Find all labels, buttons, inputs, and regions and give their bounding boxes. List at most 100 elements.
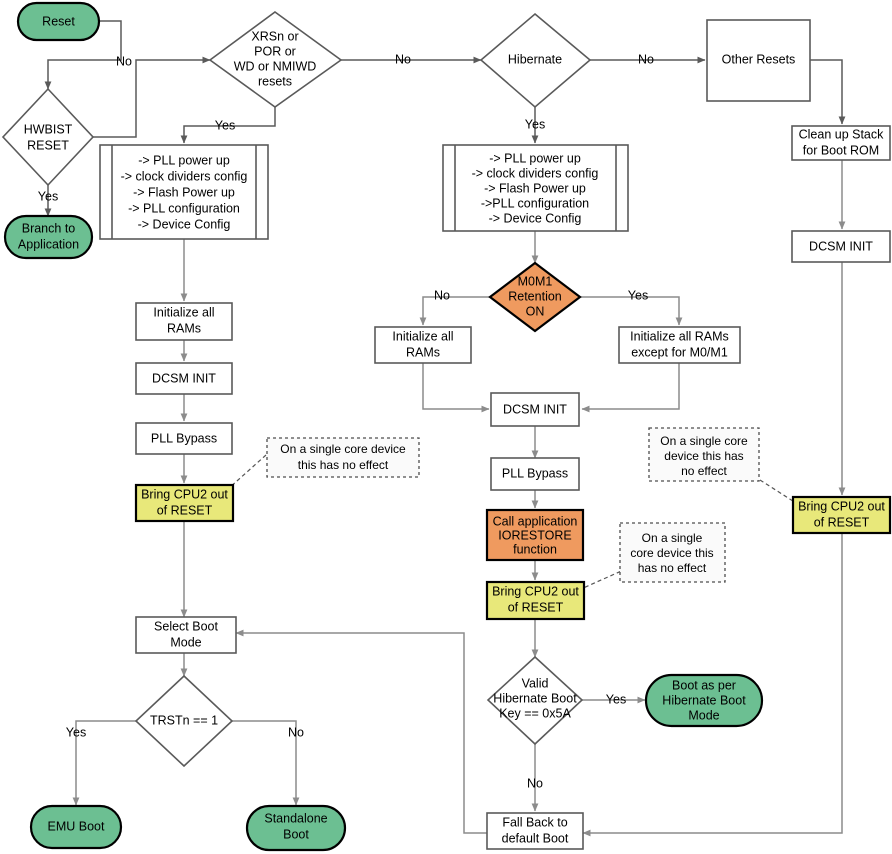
node-mid-init-rams-except-label-1: Initialize all RAMs bbox=[630, 329, 729, 343]
node-standalone-boot-label-2: Boot bbox=[283, 827, 309, 841]
node-mid-init-rams[interactable]: Initialize all RAMs bbox=[374, 326, 472, 364]
node-left-dcsm-init-label: DCSM INIT bbox=[152, 371, 216, 385]
node-left-config-line-3: -> Flash Power up bbox=[133, 185, 235, 199]
node-fall-back-default[interactable]: Fall Back to default Boot bbox=[486, 812, 584, 850]
note-left-line-1: On a single core device bbox=[280, 442, 406, 456]
edge-init-rams-except-to-dcsm bbox=[581, 363, 680, 413]
node-right-bring-cpu2-label-1: Bring CPU2 out bbox=[798, 499, 885, 513]
node-xrsn-decision-label-3: WD or NMIWD bbox=[234, 59, 317, 73]
node-left-init-rams-label-1: Initialize all bbox=[153, 305, 214, 319]
node-xrsn-decision[interactable]: XRSn or POR or WD or NMIWD resets bbox=[208, 11, 343, 108]
node-m0m1-retention-label-2: Retention bbox=[508, 289, 562, 303]
node-hwbist-reset-label-2: RESET bbox=[27, 138, 69, 152]
node-valid-hibernate-key-label-3: Key == 0x5A bbox=[499, 706, 571, 720]
edge-label-hibernate-no: No bbox=[638, 52, 654, 66]
node-mid-pll-bypass-label: PLL Bypass bbox=[502, 466, 568, 480]
node-mid-config-line-2: -> clock dividers config bbox=[472, 166, 599, 180]
node-call-iorestore-label-3: function bbox=[513, 542, 557, 556]
note-right-upper-line-3: no effect bbox=[681, 464, 727, 478]
node-mid-bring-cpu2-label-2: of RESET bbox=[508, 600, 564, 614]
node-clean-up-stack[interactable]: Clean up Stack for Boot ROM bbox=[791, 125, 891, 161]
node-left-bring-cpu2-label-1: Bring CPU2 out bbox=[141, 487, 228, 501]
edge-note-left-leader bbox=[227, 454, 267, 490]
node-m0m1-retention-label-3: ON bbox=[526, 304, 545, 318]
edge-label-m0m1-yes: Yes bbox=[628, 288, 648, 302]
edge-label-xrsn-yes: Yes bbox=[215, 118, 235, 132]
edge-label-trstn-no: No bbox=[288, 725, 304, 739]
edge-trstn-no-to-standalone-boot bbox=[232, 720, 300, 806]
node-mid-config-line-3: -> Flash Power up bbox=[484, 181, 586, 195]
edge-other-resets-to-clean-stack bbox=[810, 59, 846, 125]
node-right-dcsm-init[interactable]: DCSM INIT bbox=[791, 230, 891, 263]
node-xrsn-decision-label-1: XRSn or bbox=[251, 29, 298, 43]
node-clean-up-stack-label-1: Clean up Stack bbox=[799, 127, 885, 141]
edge-mid-init-rams-to-dcsm bbox=[422, 363, 490, 413]
node-right-bring-cpu2-label-2: of RESET bbox=[814, 515, 870, 529]
node-mid-init-rams-label-2: RAMs bbox=[406, 345, 440, 359]
node-right-bring-cpu2[interactable]: Bring CPU2 out of RESET bbox=[791, 495, 892, 535]
node-trstn-decision[interactable]: TRSTn == 1 bbox=[134, 674, 234, 768]
node-left-dcsm-init[interactable]: DCSM INIT bbox=[135, 362, 233, 395]
node-clean-up-stack-label-2: for Boot ROM bbox=[803, 143, 879, 157]
note-right-upper-line-2: device this has bbox=[664, 449, 743, 463]
node-call-iorestore-label-1: Call application bbox=[493, 514, 578, 528]
node-xrsn-decision-label-4: resets bbox=[258, 74, 292, 88]
edge-label-hwbist-no: No bbox=[116, 54, 132, 68]
node-call-iorestore[interactable]: Call application IORESTORE function bbox=[485, 508, 585, 562]
note-mid-lower-line-1: On a single bbox=[642, 531, 703, 545]
node-mid-bring-cpu2[interactable]: Bring CPU2 out of RESET bbox=[485, 580, 586, 621]
edge-fallback-to-select-boot bbox=[235, 629, 488, 834]
node-emu-boot[interactable]: EMU Boot bbox=[29, 804, 123, 850]
edge-label-hibernate-yes: Yes bbox=[525, 117, 545, 131]
node-mid-dcsm-init-label: DCSM INIT bbox=[503, 402, 567, 416]
node-other-resets[interactable]: Other Resets bbox=[706, 19, 811, 102]
node-hwbist-reset[interactable]: HWBIST RESET bbox=[1, 87, 95, 187]
node-left-bring-cpu2[interactable]: Bring CPU2 out of RESET bbox=[134, 483, 235, 523]
edge-label-m0m1-no: No bbox=[434, 288, 450, 302]
flowchart-canvas: Reset HWBIST RESET Branch to Application… bbox=[0, 0, 892, 854]
edge-label-hibkey-yes: Yes bbox=[606, 692, 626, 706]
node-reset-label: Reset bbox=[42, 14, 75, 28]
node-valid-hibernate-key-label-2: Hibernate Boot bbox=[493, 691, 577, 705]
node-left-bring-cpu2-label-2: of RESET bbox=[157, 503, 213, 517]
node-emu-boot-label: EMU Boot bbox=[48, 819, 105, 833]
node-call-iorestore-label-2: IORESTORE bbox=[498, 528, 571, 542]
note-mid-lower-line-3: has no effect bbox=[638, 561, 707, 575]
node-m0m1-retention[interactable]: M0M1 Retention ON bbox=[488, 261, 582, 333]
node-boot-as-per-hibernate-label-2: Hibernate Boot bbox=[662, 693, 746, 707]
node-mid-config-line-1: -> PLL power up bbox=[489, 151, 581, 165]
node-left-init-rams-label-2: RAMs bbox=[167, 321, 201, 335]
node-mid-bring-cpu2-label-1: Bring CPU2 out bbox=[492, 584, 579, 598]
node-mid-config[interactable]: -> PLL power up -> clock dividers config… bbox=[442, 144, 629, 232]
node-m0m1-retention-label-1: M0M1 bbox=[518, 274, 553, 288]
edge-label-xrsn-no: No bbox=[395, 52, 411, 66]
node-mid-init-rams-label-1: Initialize all bbox=[392, 329, 453, 343]
node-left-pll-bypass[interactable]: PLL Bypass bbox=[135, 422, 233, 455]
edge-label-trstn-yes: Yes bbox=[66, 725, 86, 739]
node-branch-to-application[interactable]: Branch to Application bbox=[3, 214, 94, 260]
node-valid-hibernate-key[interactable]: Valid Hibernate Boot Key == 0x5A bbox=[486, 655, 584, 746]
node-right-dcsm-init-label: DCSM INIT bbox=[809, 239, 873, 253]
node-left-config-line-5: -> Device Config bbox=[138, 217, 231, 231]
node-trstn-decision-label: TRSTn == 1 bbox=[150, 713, 218, 727]
node-mid-pll-bypass[interactable]: PLL Bypass bbox=[490, 457, 580, 491]
node-hibernate-decision[interactable]: Hibernate bbox=[479, 12, 592, 109]
note-left-line-2: this has no effect bbox=[298, 458, 389, 472]
node-valid-hibernate-key-label-1: Valid bbox=[522, 676, 549, 690]
note-left: On a single core device this has no effe… bbox=[266, 437, 420, 478]
node-other-resets-label: Other Resets bbox=[722, 52, 796, 66]
node-left-config[interactable]: -> PLL power up -> clock dividers config… bbox=[99, 144, 269, 240]
node-fall-back-default-label-2: default Boot bbox=[502, 831, 569, 845]
node-mid-init-rams-except[interactable]: Initialize all RAMs except for M0/M1 bbox=[618, 326, 741, 364]
edge-label-hibkey-no: No bbox=[527, 776, 543, 790]
node-standalone-boot-label-1: Standalone bbox=[264, 811, 327, 825]
node-boot-as-per-hibernate[interactable]: Boot as per Hibernate Boot Mode bbox=[644, 673, 764, 728]
node-standalone-boot[interactable]: Standalone Boot bbox=[245, 804, 347, 852]
node-hibernate-decision-label: Hibernate bbox=[508, 52, 562, 66]
node-mid-dcsm-init[interactable]: DCSM INIT bbox=[490, 392, 580, 427]
node-select-boot-mode-label-2: Mode bbox=[170, 635, 201, 649]
node-select-boot-mode[interactable]: Select Boot Mode bbox=[135, 616, 237, 654]
note-mid-lower: On a single core device this has no effe… bbox=[619, 522, 726, 583]
node-reset[interactable]: Reset bbox=[16, 1, 101, 42]
node-left-init-rams[interactable]: Initialize all RAMs bbox=[135, 302, 233, 341]
